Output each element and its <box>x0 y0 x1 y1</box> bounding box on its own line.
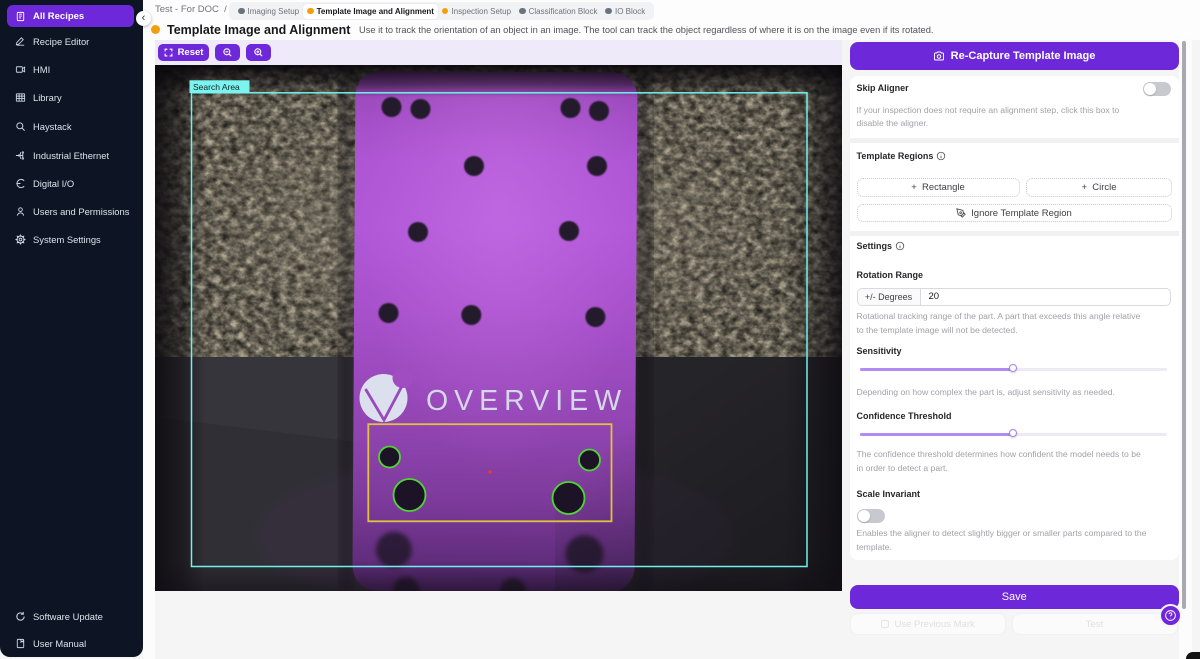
svg-text:Search Area: Search Area <box>193 82 240 92</box>
